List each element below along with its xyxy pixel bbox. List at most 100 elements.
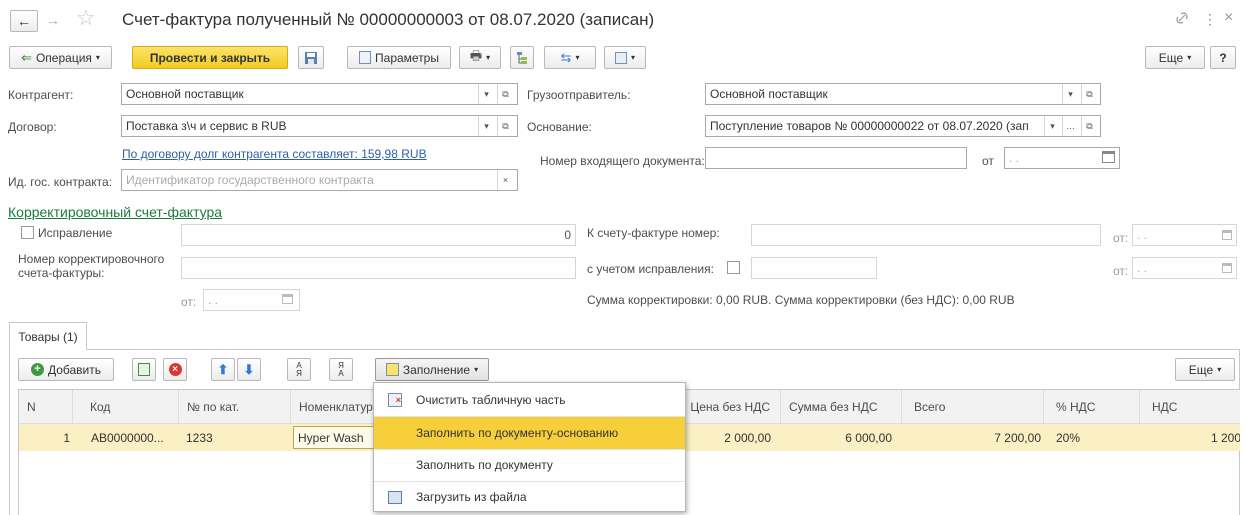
shipper-dropdown-button[interactable]: ▾ — [1062, 84, 1078, 104]
calendar-icon[interactable] — [1102, 151, 1115, 163]
sort-desc-button[interactable]: ЯА — [329, 358, 353, 381]
open-link-icon: ⧉ — [502, 88, 509, 99]
col-total-header[interactable]: Всего — [902, 390, 1044, 424]
move-down-button[interactable]: ⬇ — [237, 358, 261, 381]
copy-row-button[interactable] — [132, 358, 156, 381]
col-code-header[interactable]: Код — [73, 390, 179, 424]
favorite-star-icon[interactable]: ☆ — [76, 7, 96, 29]
chevron-down-icon: ▾ — [484, 88, 489, 99]
contract-field[interactable]: Поставка з\ч и сервис в RUB — [121, 115, 518, 137]
parameters-button[interactable]: Параметры — [347, 46, 451, 69]
chevron-down-icon: ▾ — [1217, 365, 1222, 374]
add-label: Добавить — [47, 362, 102, 377]
contract-dropdown-button[interactable]: ▾ — [478, 116, 494, 136]
incoming-doc-label: Номер входящего документа: — [540, 154, 705, 168]
counterparty-dropdown-button[interactable]: ▾ — [478, 84, 494, 104]
shipper-field[interactable]: Основной поставщик — [705, 83, 1101, 105]
operation-button[interactable]: ⇐ Операция ▾ — [9, 46, 112, 69]
basis-open-button[interactable]: ⧉ — [1081, 116, 1097, 136]
col-sum-header[interactable]: Сумма без НДС — [781, 390, 902, 424]
chevron-down-icon: ▾ — [630, 53, 635, 62]
arrow-down-icon: ⬇ — [243, 361, 255, 377]
forward-button[interactable]: → — [46, 12, 60, 28]
fix-number-value: 0 — [564, 228, 571, 242]
basis-select-button[interactable]: … — [1062, 116, 1078, 136]
open-link-icon: ⧉ — [1086, 88, 1093, 99]
link-icon[interactable] — [1174, 10, 1190, 26]
col-price-header[interactable]: Цена без НДС — [683, 390, 781, 424]
calendar-icon[interactable] — [1222, 263, 1232, 273]
with-fix-number-field[interactable] — [751, 257, 877, 279]
fix-number-field[interactable]: 0 — [181, 224, 576, 246]
sort-asc-button[interactable]: АЯ — [287, 358, 311, 381]
contract-value: Поставка з\ч и сервис в RUB — [126, 119, 287, 133]
help-button[interactable]: ? — [1210, 46, 1236, 69]
fill-dropdown-menu: × Очистить табличную часть Заполнить по … — [373, 382, 686, 512]
menu-item-clear-table[interactable]: × Очистить табличную часть — [374, 384, 685, 416]
delete-row-button[interactable]: × — [163, 358, 187, 381]
counterparty-open-button[interactable]: ⧉ — [497, 84, 513, 104]
create-based-button[interactable]: ⇆ ▾ — [544, 46, 596, 69]
more-button[interactable]: Еще ▾ — [1145, 46, 1205, 69]
col-vat-header[interactable]: НДС — [1140, 390, 1240, 424]
gov-contract-clear-button[interactable]: × — [497, 170, 513, 190]
open-link-icon: ⧉ — [1086, 120, 1093, 131]
add-row-button[interactable]: + Добавить — [18, 358, 114, 381]
more-label: Еще — [1158, 50, 1184, 65]
reports-button[interactable]: ▾ — [604, 46, 646, 69]
fix-checkbox[interactable] — [21, 226, 34, 239]
to-invoice-date-from-label: от: — [1113, 231, 1129, 245]
menu-item-load-from-file-label: Загрузить из файла — [416, 490, 527, 504]
chevron-down-icon: ▾ — [95, 53, 100, 62]
contract-open-button[interactable]: ⧉ — [497, 116, 513, 136]
operation-icon: ⇐ — [21, 49, 32, 65]
gov-contract-field[interactable]: Идентификатор государственного контракта — [121, 169, 518, 191]
cell-nomenclature[interactable]: Hyper Wash — [293, 426, 378, 449]
tab-goods[interactable]: Товары (1) — [9, 322, 87, 350]
cell-nomenclature-value: Hyper Wash — [298, 430, 364, 445]
calendar-icon[interactable] — [282, 294, 293, 304]
col-vat-rate-header[interactable]: % НДС — [1044, 390, 1140, 424]
copy-icon — [138, 363, 150, 376]
sort-descending-icon: ЯА — [338, 360, 344, 378]
to-invoice-date-placeholder: . . — [1137, 228, 1148, 242]
post-and-close-label: Провести и закрыть — [149, 50, 271, 65]
fill-menu-button[interactable]: Заполнение ▾ — [375, 358, 489, 381]
print-button[interactable]: 🖶 ▾ — [459, 46, 501, 69]
calendar-icon[interactable] — [1222, 230, 1232, 240]
menu-item-load-from-file[interactable]: Загрузить из файла — [374, 481, 685, 513]
menu-item-fill-by-document[interactable]: Заполнить по документу — [374, 449, 685, 481]
gov-contract-placeholder: Идентификатор государственного контракта — [126, 173, 374, 187]
cell-catalog: 1233 — [186, 430, 213, 445]
clear-icon: × — [502, 175, 509, 185]
corr-number-field[interactable] — [181, 257, 576, 279]
col-catalog-header[interactable]: № по кат. — [179, 390, 291, 424]
with-fix-checkbox[interactable] — [727, 261, 740, 274]
shipper-open-button[interactable]: ⧉ — [1081, 84, 1097, 104]
arrow-right-icon: → — [46, 12, 60, 28]
save-button[interactable] — [298, 46, 324, 69]
add-icon: + — [30, 363, 44, 376]
post-and-close-button[interactable]: Провести и закрыть — [132, 46, 288, 69]
structure-button[interactable] — [510, 46, 534, 69]
basis-dropdown-button[interactable]: ▾ — [1044, 116, 1060, 136]
table-more-button[interactable]: Еще ▾ — [1175, 358, 1235, 381]
contract-debt-link[interactable]: По договору долг контрагента составляет:… — [122, 147, 427, 161]
to-invoice-field[interactable] — [751, 224, 1101, 246]
counterparty-field[interactable]: Основной поставщик — [121, 83, 518, 105]
col-n-header[interactable]: N — [19, 390, 73, 424]
incoming-date-from-label: от — [982, 154, 994, 168]
basis-field[interactable]: Поступление товаров № 00000000022 от 08.… — [705, 115, 1101, 137]
incoming-doc-field[interactable] — [705, 147, 967, 169]
menu-item-fill-by-basis[interactable]: Заполнить по документу-основанию — [374, 417, 685, 449]
more-vertical-icon[interactable]: ⋮ — [1203, 11, 1217, 28]
cell-sum: 6 000,00 — [845, 430, 892, 445]
operation-label: Операция — [35, 50, 92, 65]
correction-invoice-link[interactable]: Корректировочный счет-фактура — [8, 204, 222, 220]
move-up-button[interactable]: ⬆ — [211, 358, 235, 381]
chevron-down-icon: ▾ — [484, 120, 489, 131]
close-icon[interactable]: × — [1224, 9, 1233, 27]
cell-code: АВ0000000... — [91, 430, 164, 445]
back-button[interactable]: ← — [10, 10, 38, 32]
col-nomenclature-header[interactable]: Номенклатур — [291, 390, 374, 424]
